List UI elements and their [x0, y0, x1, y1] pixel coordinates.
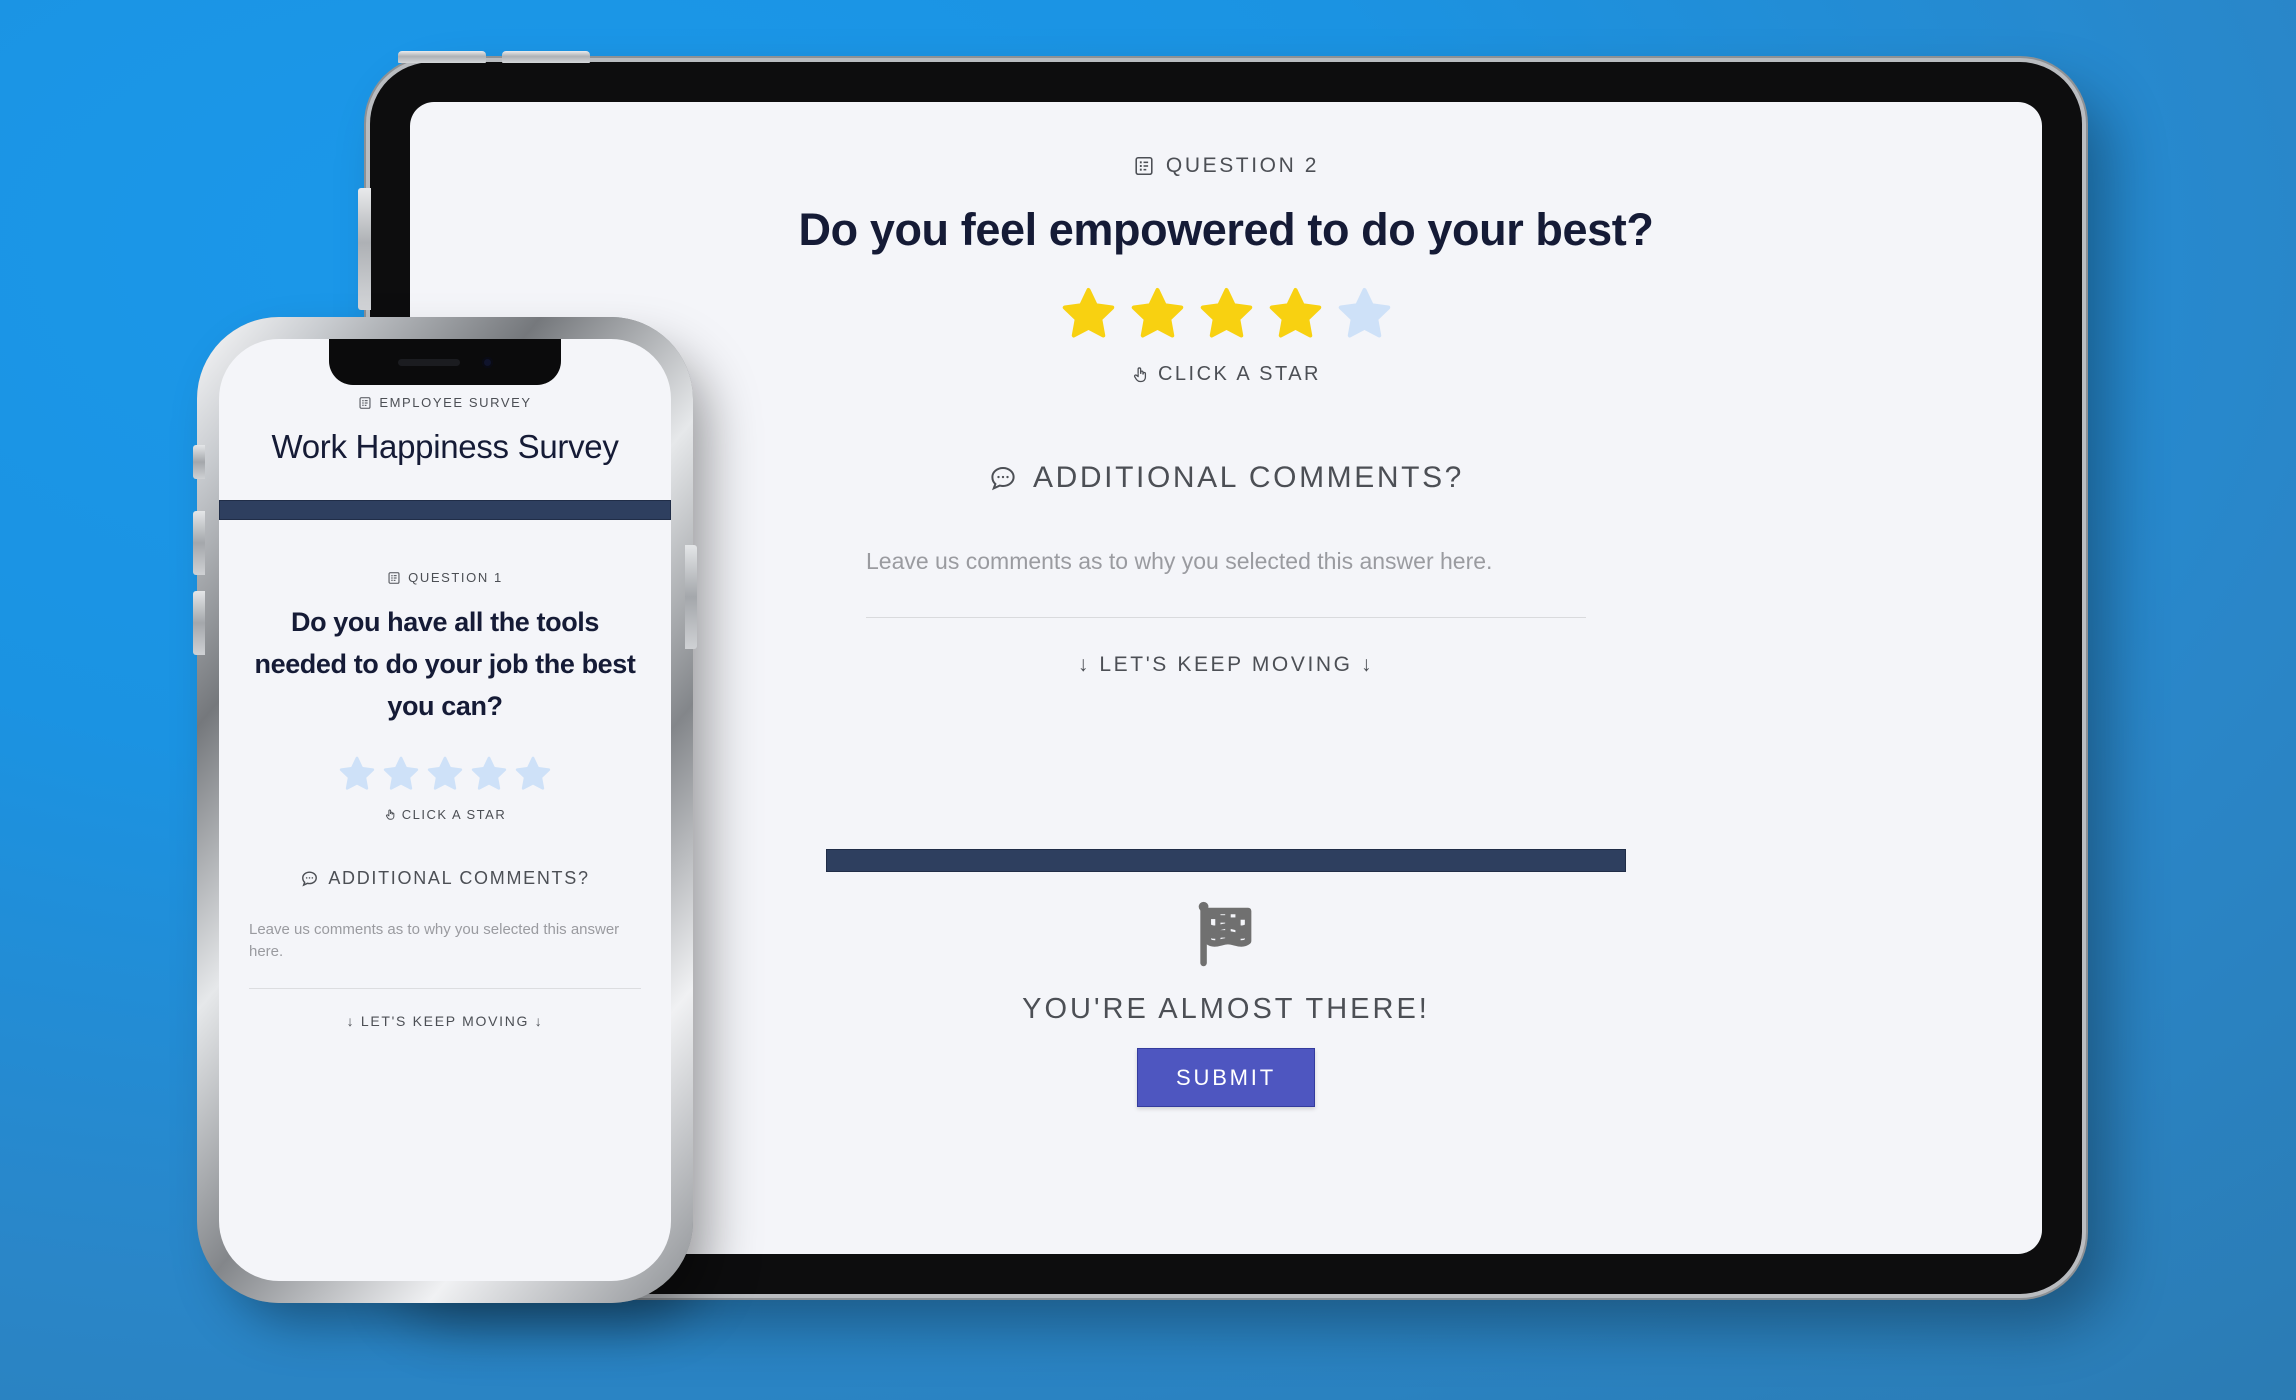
phone-keep-moving-label[interactable]: ↓ LET'S KEEP MOVING ↓ — [241, 1013, 649, 1029]
star-icon[interactable] — [336, 754, 378, 799]
star-icon[interactable] — [468, 754, 510, 799]
form-icon — [358, 396, 372, 410]
submit-button[interactable]: SUBMIT — [1137, 1048, 1315, 1107]
tablet-comments-input[interactable]: Leave us comments as to why you selected… — [866, 548, 1586, 618]
form-icon — [1133, 155, 1155, 177]
pointing-hand-icon — [384, 808, 397, 821]
tablet-question-eyebrow-label: QUESTION 2 — [1165, 154, 1320, 177]
tablet-volume-up-button[interactable] — [398, 51, 486, 63]
phone-question-eyebrow-label: QUESTION 1 — [408, 570, 503, 585]
phone-screen: EMPLOYEE SURVEY Work Happiness Survey QU… — [219, 339, 671, 1281]
form-icon — [387, 571, 401, 585]
star-icon[interactable] — [1333, 284, 1396, 349]
star-icon[interactable] — [512, 754, 554, 799]
star-icon[interactable] — [1195, 284, 1258, 349]
tablet-click-a-star-label: CLICK A STAR — [1157, 363, 1321, 385]
phone-comments-heading-label: ADDITIONAL COMMENTS? — [328, 867, 590, 888]
tablet-question-eyebrow: QUESTION 2 — [450, 154, 2002, 178]
tablet-power-button[interactable] — [358, 188, 371, 310]
tablet-progress-bar — [826, 849, 1626, 872]
phone-power-button[interactable] — [685, 545, 697, 649]
phone-click-a-star-hint: CLICK A STAR — [241, 807, 649, 822]
phone-survey-title: Work Happiness Survey — [271, 428, 619, 465]
phone-volume-down-button[interactable] — [193, 591, 205, 655]
star-icon[interactable] — [1057, 284, 1120, 349]
phone-notch — [329, 339, 561, 385]
phone-brand-eyebrow: EMPLOYEE SURVEY — [241, 395, 649, 410]
phone-brand-eyebrow-label: EMPLOYEE SURVEY — [379, 395, 532, 410]
phone-comments-heading: ADDITIONAL COMMENTS? — [241, 868, 649, 889]
phone-volume-up-button[interactable] — [193, 511, 205, 575]
speech-bubble-icon — [300, 869, 319, 888]
phone-mute-switch[interactable] — [193, 445, 205, 479]
phone-comments-input[interactable]: Leave us comments as to why you selected… — [249, 919, 641, 989]
tablet-question-title: Do you feel empowered to do your best? — [798, 204, 1654, 255]
pointing-hand-icon — [1131, 365, 1150, 384]
phone-question-eyebrow: QUESTION 1 — [241, 570, 649, 585]
tablet-comments-heading-label: ADDITIONAL COMMENTS? — [1033, 461, 1464, 494]
phone-device: EMPLOYEE SURVEY Work Happiness Survey QU… — [193, 317, 697, 1303]
star-icon[interactable] — [1264, 284, 1327, 349]
phone-star-rating[interactable] — [241, 754, 649, 799]
star-icon[interactable] — [1126, 284, 1189, 349]
speech-bubble-icon — [988, 463, 1018, 493]
star-icon[interactable] — [424, 754, 466, 799]
star-icon[interactable] — [380, 754, 422, 799]
tablet-star-rating[interactable] — [450, 284, 2002, 349]
phone-question-title: Do you have all the tools needed to do y… — [254, 607, 636, 721]
phone-progress-bar — [219, 500, 671, 520]
front-camera-icon — [481, 356, 493, 368]
phone-click-a-star-label: CLICK A STAR — [401, 806, 507, 822]
checkered-flag-icon — [1198, 901, 1252, 967]
tablet-volume-down-button[interactable] — [502, 51, 590, 63]
speaker-icon — [397, 358, 460, 366]
